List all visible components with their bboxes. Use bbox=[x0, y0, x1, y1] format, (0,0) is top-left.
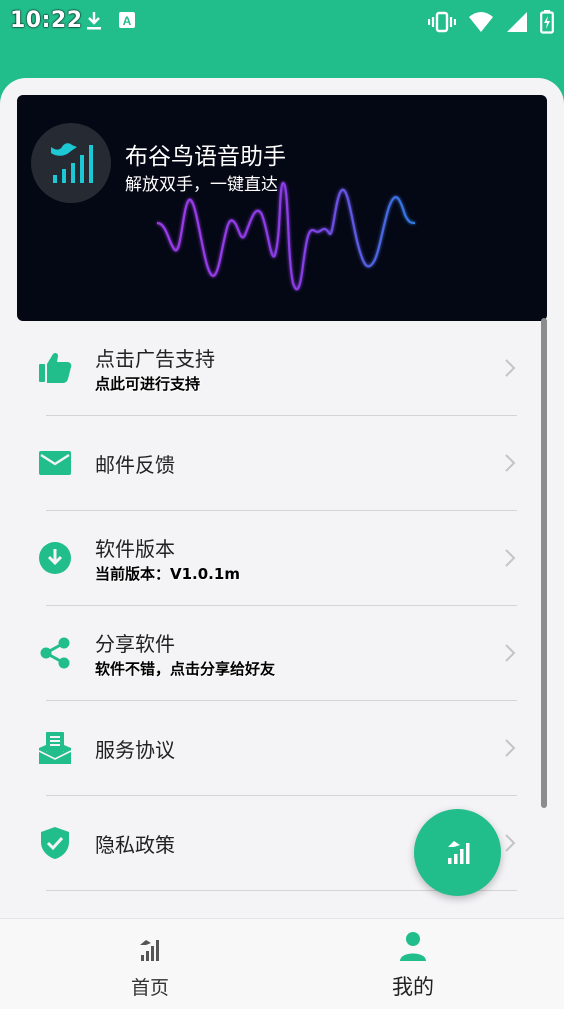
wifi-icon bbox=[469, 12, 493, 32]
bottom-navigation: 首页 我的 bbox=[0, 918, 564, 1009]
chevron-right-icon bbox=[505, 454, 516, 472]
thumbs-up-icon bbox=[39, 352, 72, 383]
shield-check-icon bbox=[41, 827, 69, 859]
app-slogan: 解放双手，一键直达 bbox=[125, 175, 278, 195]
bird-signal-icon bbox=[51, 143, 93, 183]
download-icon bbox=[87, 12, 101, 30]
chevron-right-icon bbox=[505, 644, 516, 662]
signal-bars-icon bbox=[140, 940, 159, 961]
chevron-right-icon bbox=[505, 739, 516, 757]
tab-mine-label: 我的 bbox=[392, 975, 434, 999]
chevron-right-icon bbox=[505, 549, 516, 567]
status-bar: 10:22 A bbox=[0, 0, 564, 42]
signal-icon bbox=[507, 12, 527, 32]
menu-item-email-feedback[interactable]: 邮件反馈 bbox=[0, 416, 564, 511]
main-panel: 布谷鸟语音助手 解放双手，一键直达 点击广告支持 点此可进行支持 邮件反馈 软件… bbox=[0, 78, 564, 923]
menu-item-title: 分享软件 bbox=[95, 632, 175, 656]
header-banner: 布谷鸟语音助手 解放双手，一键直达 bbox=[17, 95, 547, 321]
menu-item-title: 服务协议 bbox=[95, 738, 175, 762]
chevron-right-icon bbox=[505, 359, 516, 377]
menu-item-version[interactable]: 软件版本 当前版本：V1.0.1m bbox=[0, 511, 564, 606]
svg-text:A: A bbox=[123, 14, 132, 28]
status-time: 10:22 bbox=[10, 8, 83, 33]
menu-item-title: 点击广告支持 bbox=[95, 347, 215, 371]
menu-item-ad-support[interactable]: 点击广告支持 点此可进行支持 bbox=[0, 321, 564, 416]
agreement-icon bbox=[38, 732, 72, 764]
menu-item-service-agreement[interactable]: 服务协议 bbox=[0, 701, 564, 796]
share-icon bbox=[40, 637, 70, 669]
menu-item-subtitle: 软件不错，点击分享给好友 bbox=[95, 660, 276, 678]
menu-item-subtitle: 点此可进行支持 bbox=[95, 375, 201, 393]
voice-assistant-fab[interactable] bbox=[414, 809, 501, 896]
download-circle-icon bbox=[39, 542, 71, 574]
scrollbar[interactable] bbox=[541, 318, 547, 808]
mail-icon bbox=[39, 451, 71, 475]
battery-charging-icon bbox=[540, 10, 554, 34]
menu-item-title: 隐私政策 bbox=[95, 833, 175, 857]
person-icon bbox=[400, 932, 426, 961]
chevron-right-icon bbox=[505, 834, 516, 852]
menu-item-title: 邮件反馈 bbox=[95, 453, 175, 477]
keyboard-a-icon: A bbox=[119, 12, 135, 28]
tab-mine[interactable]: 我的 bbox=[313, 919, 513, 1009]
signal-bars-icon bbox=[448, 841, 470, 864]
tab-home-label: 首页 bbox=[130, 977, 169, 999]
menu-item-share[interactable]: 分享软件 软件不错，点击分享给好友 bbox=[0, 606, 564, 701]
menu-item-subtitle: 当前版本：V1.0.1m bbox=[95, 565, 240, 583]
app-name: 布谷鸟语音助手 bbox=[125, 144, 286, 170]
app-logo bbox=[31, 123, 111, 203]
vibrate-icon bbox=[428, 11, 456, 33]
menu-item-title: 软件版本 bbox=[95, 537, 175, 561]
tab-home[interactable]: 首页 bbox=[50, 919, 250, 1009]
settings-menu: 点击广告支持 点此可进行支持 邮件反馈 软件版本 当前版本：V1.0.1m 分享… bbox=[0, 321, 564, 891]
